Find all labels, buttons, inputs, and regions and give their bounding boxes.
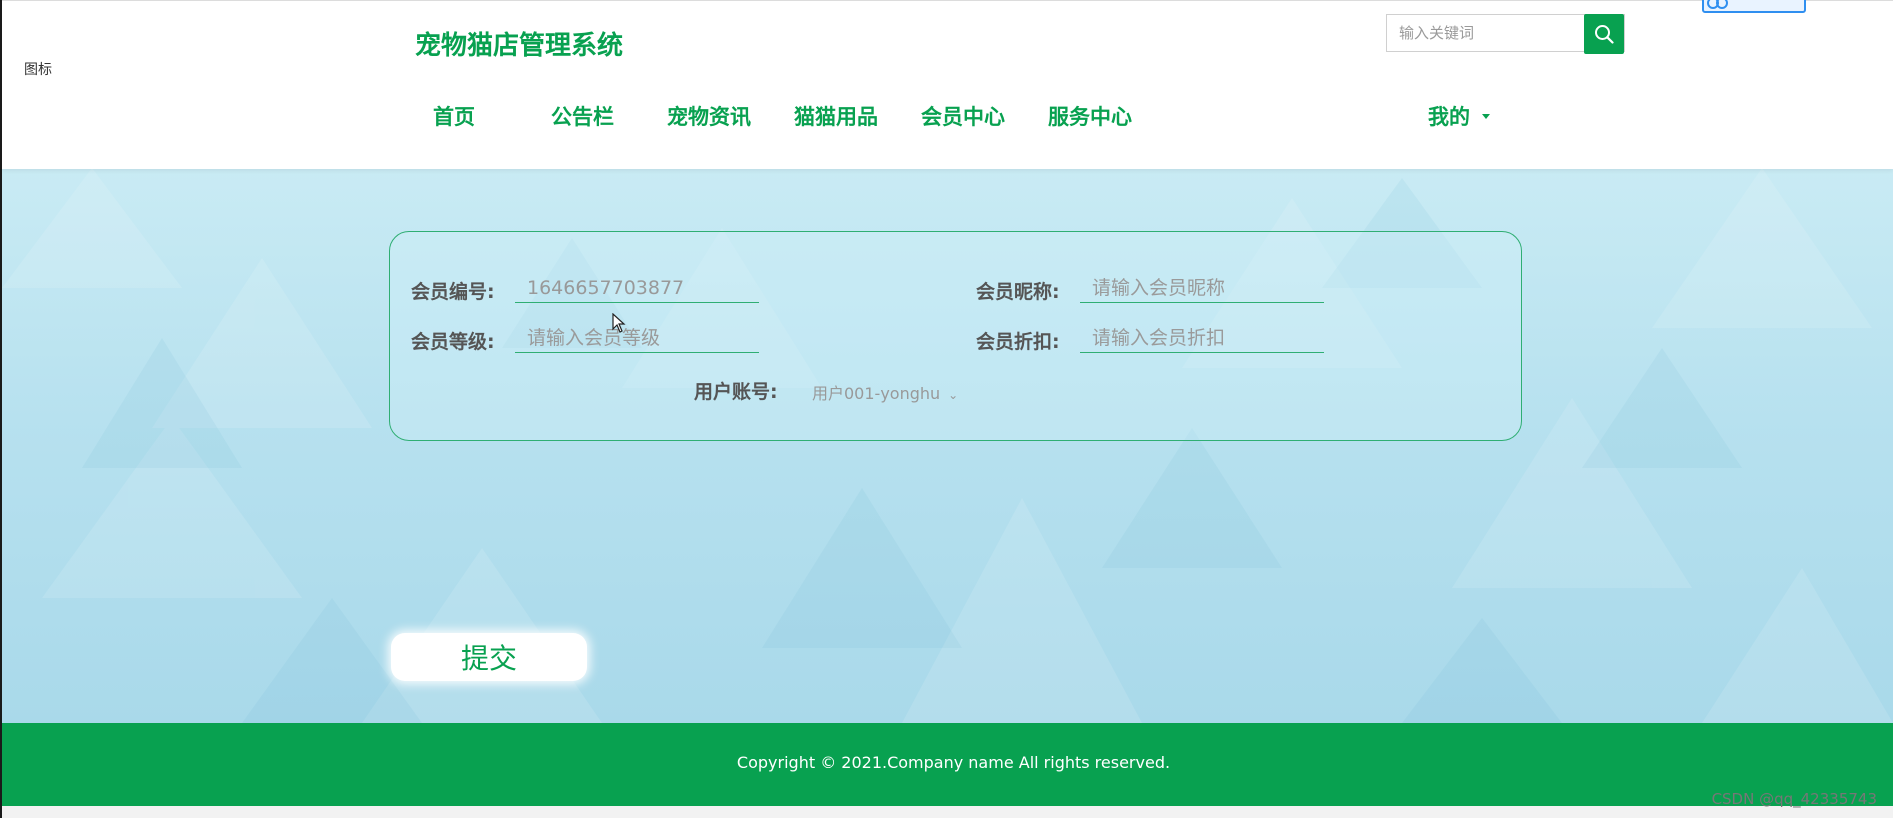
user-account-select[interactable]: 用户001-yonghu ⌄ [812,380,958,404]
nav-item-home[interactable]: 首页 [433,101,475,131]
caret-down-icon [1482,113,1490,119]
member-nickname-input[interactable] [1080,273,1324,303]
link-icon [1707,0,1728,9]
submit-button[interactable]: 提交 [391,633,587,681]
member-level-input[interactable] [515,323,759,353]
search-icon [1595,25,1614,44]
user-account-label: 用户账号: [694,381,778,403]
main-content: 会员编号: 会员昵称: 会员等级: 会员折扣: 用户账号: 用户001-yong… [2,168,1893,723]
nav-item-cat-supplies[interactable]: 猫猫用品 [794,101,878,131]
share-badge[interactable] [1702,0,1806,13]
member-id-label: 会员编号: [411,281,495,303]
window-left-edge [0,0,2,818]
user-account-selected: 用户001-yonghu [812,384,941,403]
member-id-input[interactable] [515,273,759,303]
member-discount-label: 会员折扣: [976,331,1060,353]
bottom-strip [2,806,1893,818]
member-nickname-label: 会员昵称: [976,281,1060,303]
copyright-text: Copyright © 2021.Company name All rights… [736,753,1171,772]
nav-item-announcements[interactable]: 公告栏 [551,101,614,131]
search-button[interactable] [1584,14,1624,54]
site-title[interactable]: 宠物猫店管理系统 [415,25,623,62]
nav-item-pet-news[interactable]: 宠物资讯 [667,101,751,131]
site-header: 图标 宠物猫店管理系统 首页 公告栏 宠物资讯 猫猫用品 会员中心 服务中心 我… [2,0,1893,169]
chevron-down-icon: ⌄ [948,388,959,402]
my-account-menu[interactable]: 我的 [1428,101,1490,131]
mouse-cursor-icon [612,313,626,333]
member-level-label: 会员等级: [411,331,495,353]
member-form-card: 会员编号: 会员昵称: 会员等级: 会员折扣: 用户账号: 用户001-yong… [389,231,1522,441]
my-account-label: 我的 [1428,105,1470,129]
member-discount-input[interactable] [1080,323,1324,353]
site-footer: Copyright © 2021.Company name All rights… [2,723,1893,806]
nav-item-service-center[interactable]: 服务中心 [1048,101,1132,131]
broken-image-icon: 图标 [24,62,52,78]
search-input[interactable] [1387,15,1611,51]
nav-item-member-center[interactable]: 会员中心 [921,101,1005,131]
csdn-watermark: CSDN @qq_42335743 [1711,790,1877,808]
